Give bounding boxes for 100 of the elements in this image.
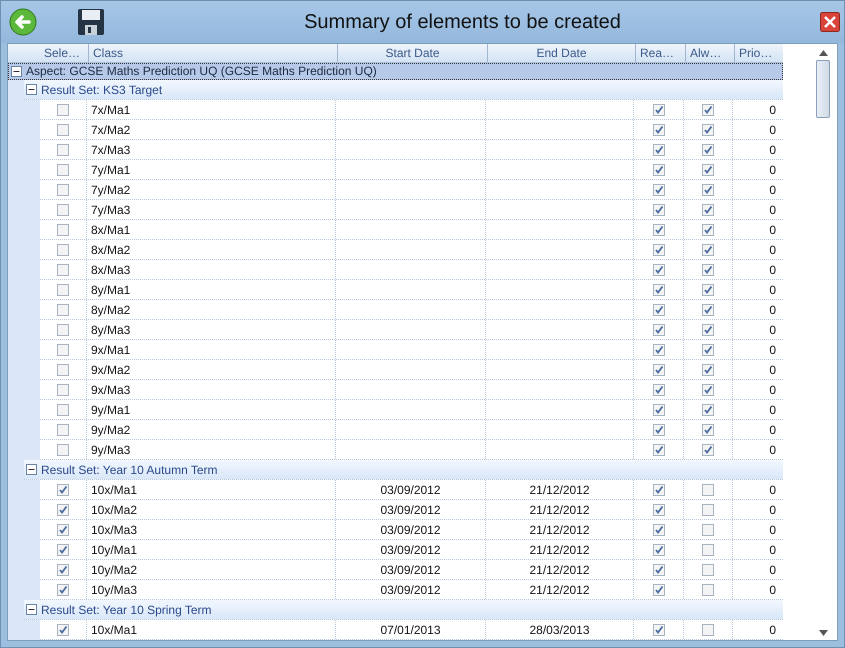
result-set-row[interactable]: Result Set: Year 10 Autumn Term (24, 460, 783, 480)
result-set-row[interactable]: Result Set: KS3 Target (24, 80, 783, 100)
checkbox[interactable] (57, 304, 69, 316)
checkbox[interactable] (652, 424, 664, 436)
checkbox[interactable] (702, 384, 714, 396)
column-header[interactable]: Rea… (640, 46, 674, 60)
checkbox[interactable] (57, 564, 69, 576)
checkbox[interactable] (652, 104, 664, 116)
checkbox[interactable] (57, 504, 69, 516)
checkbox[interactable] (57, 244, 69, 256)
checkbox[interactable] (57, 344, 69, 356)
checkbox[interactable] (57, 124, 69, 136)
checkbox[interactable] (702, 544, 714, 556)
checkbox[interactable] (652, 444, 664, 456)
priority-cell: 0 (769, 342, 776, 356)
checkbox[interactable] (652, 204, 664, 216)
priority-cell: 0 (769, 542, 776, 556)
close-button[interactable] (820, 12, 840, 32)
checkbox[interactable] (57, 284, 69, 296)
checkbox[interactable] (57, 424, 69, 436)
checkbox[interactable] (652, 284, 664, 296)
checkbox[interactable] (702, 244, 714, 256)
checkbox[interactable] (652, 184, 664, 196)
checkbox[interactable] (57, 264, 69, 276)
checkbox[interactable] (702, 504, 714, 516)
scroll-up-icon[interactable] (818, 50, 828, 56)
checkbox[interactable] (702, 404, 714, 416)
checkbox[interactable] (57, 404, 69, 416)
column-header[interactable]: Start Date (385, 46, 440, 60)
result-set-row[interactable]: Result Set: Year 10 Spring Term (24, 600, 783, 620)
checkbox[interactable] (702, 344, 714, 356)
checkbox[interactable] (702, 424, 714, 436)
column-header[interactable]: Alw… (690, 46, 722, 60)
checkbox[interactable] (57, 144, 69, 156)
checkbox[interactable] (702, 124, 714, 136)
collapse-icon[interactable] (26, 464, 37, 475)
checkbox[interactable] (702, 284, 714, 296)
checkbox[interactable] (57, 364, 69, 376)
checkbox[interactable] (652, 264, 664, 276)
checkbox[interactable] (57, 544, 69, 556)
collapse-icon[interactable] (26, 84, 37, 95)
checkbox[interactable] (57, 224, 69, 236)
checkbox[interactable] (652, 244, 664, 256)
checkbox[interactable] (652, 304, 664, 316)
column-header[interactable]: Prio… (739, 46, 772, 60)
priority-cell: 0 (769, 302, 776, 316)
checkbox[interactable] (57, 524, 69, 536)
column-header[interactable]: End Date (536, 46, 587, 60)
collapse-icon[interactable] (11, 66, 22, 77)
aspect-group-row[interactable]: Aspect: GCSE Maths Prediction UQ (GCSE Maths Prediction UQ) (8, 62, 783, 80)
checkbox[interactable] (57, 484, 69, 496)
checkbox[interactable] (57, 444, 69, 456)
collapse-icon[interactable] (26, 604, 37, 615)
checkbox[interactable] (702, 624, 714, 636)
checkbox[interactable] (702, 104, 714, 116)
checkbox[interactable] (652, 404, 664, 416)
checkbox[interactable] (702, 584, 714, 596)
checkbox[interactable] (652, 544, 664, 556)
checkbox[interactable] (652, 624, 664, 636)
checkbox[interactable] (652, 504, 664, 516)
class-cell: 7y/Ma2 (91, 182, 130, 196)
checkbox[interactable] (652, 224, 664, 236)
save-button[interactable] (77, 8, 105, 36)
checkbox[interactable] (652, 584, 664, 596)
checkbox[interactable] (652, 384, 664, 396)
checkbox[interactable] (652, 364, 664, 376)
checkbox[interactable] (57, 324, 69, 336)
checkbox[interactable] (652, 124, 664, 136)
checkbox[interactable] (702, 264, 714, 276)
checkbox[interactable] (702, 364, 714, 376)
checkbox[interactable] (57, 184, 69, 196)
checkbox[interactable] (652, 564, 664, 576)
checkbox[interactable] (652, 164, 664, 176)
back-button[interactable] (9, 8, 37, 36)
checkbox[interactable] (702, 324, 714, 336)
checkbox[interactable] (702, 444, 714, 456)
checkbox[interactable] (702, 164, 714, 176)
checkbox[interactable] (57, 204, 69, 216)
checkbox[interactable] (702, 564, 714, 576)
checkbox[interactable] (702, 184, 714, 196)
checkbox[interactable] (57, 384, 69, 396)
checkbox[interactable] (652, 524, 664, 536)
column-header[interactable]: Sele… (44, 46, 80, 60)
checkbox[interactable] (57, 104, 69, 116)
scroll-thumb[interactable] (816, 60, 830, 118)
checkbox[interactable] (702, 144, 714, 156)
column-header[interactable]: Class (93, 46, 124, 60)
checkbox[interactable] (652, 324, 664, 336)
checkbox[interactable] (652, 484, 664, 496)
checkbox[interactable] (702, 484, 714, 496)
scroll-down-icon[interactable] (818, 630, 828, 636)
checkbox[interactable] (702, 524, 714, 536)
checkbox[interactable] (57, 584, 69, 596)
checkbox[interactable] (652, 344, 664, 356)
checkbox[interactable] (702, 204, 714, 216)
checkbox[interactable] (57, 624, 69, 636)
checkbox[interactable] (652, 144, 664, 156)
checkbox[interactable] (702, 304, 714, 316)
checkbox[interactable] (57, 164, 69, 176)
checkbox[interactable] (702, 224, 714, 236)
